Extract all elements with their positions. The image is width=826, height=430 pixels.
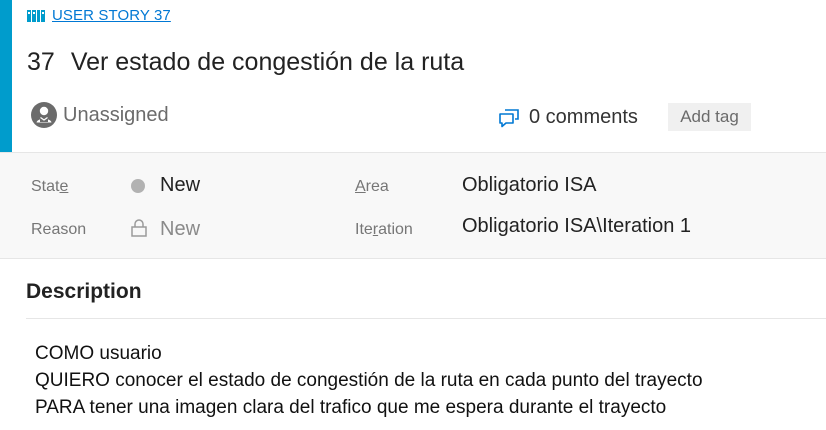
work-item-id: 37: [27, 48, 55, 76]
avatar-icon: [31, 102, 57, 128]
work-item-title-text[interactable]: Ver estado de congestión de la ruta: [71, 48, 464, 76]
description-heading: Description: [26, 280, 142, 303]
reason-label: Reason: [31, 221, 87, 238]
book-icon: [27, 9, 45, 22]
state-dropdown[interactable]: New: [160, 174, 200, 197]
iteration-picker[interactable]: Obligatorio ISA\Iteration 1: [462, 215, 691, 238]
area-picker[interactable]: Obligatorio ISA: [462, 174, 597, 197]
state-indicator-icon: [131, 179, 145, 193]
work-item-title[interactable]: 37 Ver estado de congestión de la ruta: [27, 48, 464, 77]
description-divider: [26, 318, 826, 319]
work-item-type-link[interactable]: USER STORY 37: [27, 7, 171, 24]
assignee-picker[interactable]: Unassigned: [31, 102, 169, 128]
work-item-header: USER STORY 37 37 Ver estado de congestión…: [0, 0, 826, 152]
lock-icon: [131, 219, 147, 237]
description-line: PARA tener una imagen clara del trafico …: [35, 397, 667, 418]
description-line: QUIERO conocer el estado de congestión d…: [35, 370, 703, 391]
comments-link[interactable]: 0 comments: [498, 106, 638, 129]
reason-value: New: [160, 218, 201, 240]
work-item-type-label[interactable]: USER STORY 37: [52, 7, 171, 24]
description-line: COMO usuario: [35, 343, 162, 364]
add-tag-button[interactable]: Add tag: [668, 103, 751, 131]
fields-panel: State New Reason New Area Obligatorio IS…: [0, 152, 826, 259]
description-editor[interactable]: COMO usuario QUIERO conocer el estado de…: [35, 340, 703, 421]
iteration-label: Iteration: [355, 221, 413, 238]
area-label: Area: [355, 178, 389, 195]
comments-icon: [499, 108, 519, 127]
comments-count: 0 comments: [529, 106, 638, 128]
state-label: State: [31, 178, 69, 195]
assignee-label: Unassigned: [63, 103, 169, 126]
